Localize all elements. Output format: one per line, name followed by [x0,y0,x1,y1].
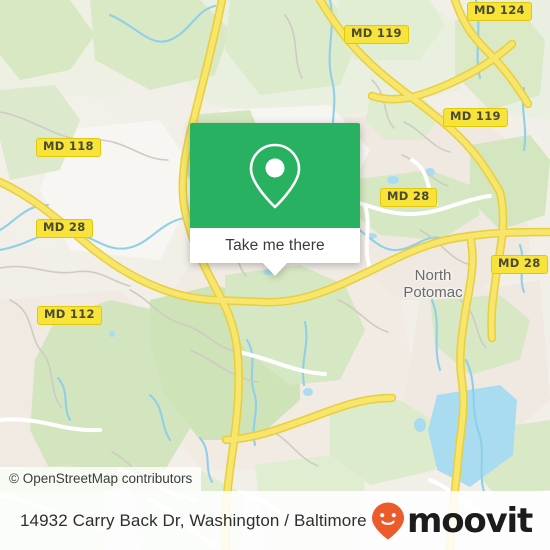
address-label: 14932 Carry Back Dr, Washington / Baltim… [20,510,367,530]
road-shield-md-112: MD 112 [37,306,102,325]
footer-bar: 14932 Carry Back Dr, Washington / Baltim… [0,491,550,550]
location-callout-card[interactable]: Take me there [190,123,360,276]
callout-pointer-tail [262,262,288,276]
callout-icon-area [190,123,360,228]
map-pin-icon [249,143,301,208]
moovit-brand[interactable]: moovit [370,500,533,541]
place-label-north-potomac: North Potomac [403,267,463,301]
road-shield-md-28-center: MD 28 [380,188,437,207]
moovit-wordmark: moovit [406,500,533,541]
road-shield-md-119-east: MD 119 [443,108,508,127]
moovit-map-screenshot: North Potomac MD 124 MD 119 MD 119 MD 11… [0,0,550,550]
osm-attribution[interactable]: © OpenStreetMap contributors [0,467,202,491]
callout-action-area[interactable]: Take me there [190,228,360,276]
road-shield-md-28-east: MD 28 [491,255,548,274]
road-shield-md-119-north: MD 119 [344,25,409,44]
road-shield-md-28-west: MD 28 [36,219,93,238]
moovit-pin-smiley-icon [371,502,404,539]
road-shield-md-118: MD 118 [36,138,101,157]
road-shield-md-124: MD 124 [467,2,532,21]
take-me-there-button-label: Take me there [225,236,325,254]
